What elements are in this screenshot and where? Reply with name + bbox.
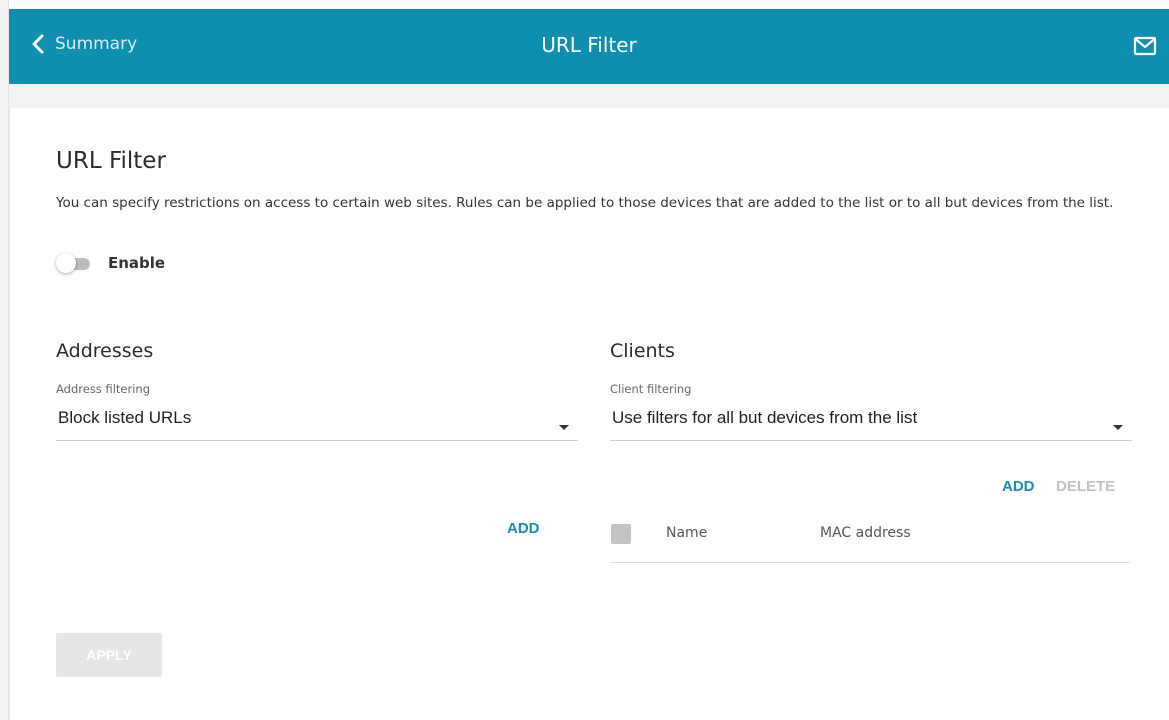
client-filtering-label: Client filtering — [610, 382, 692, 396]
apply-button[interactable]: APPLY — [56, 633, 162, 677]
address-filtering-label: Address filtering — [56, 382, 150, 396]
page-header-title: URL Filter — [541, 33, 637, 57]
address-filtering-value: Block listed URLs — [58, 408, 192, 427]
client-filtering-value: Use filters for all but devices from the… — [612, 408, 918, 427]
clients-title: Clients — [610, 340, 675, 362]
enable-row: Enable — [56, 252, 165, 274]
clients-table-header: Name MAC address — [610, 522, 1130, 563]
column-header-name: Name — [666, 525, 708, 541]
page-description: You can specify restrictions on access t… — [56, 195, 1114, 211]
notifications-button[interactable] — [1133, 36, 1157, 60]
enable-toggle[interactable] — [56, 252, 90, 274]
left-border — [0, 0, 9, 720]
column-header-mac: MAC address — [820, 525, 911, 541]
toggle-knob — [56, 253, 76, 273]
delete-client-button[interactable]: DELETE — [1056, 478, 1115, 495]
page: Summary URL Filter URL Filter You can sp… — [0, 0, 1169, 720]
top-bar: Summary URL Filter — [9, 9, 1169, 84]
caret-down-icon — [1112, 417, 1124, 436]
enable-label: Enable — [108, 254, 166, 272]
caret-down-icon — [558, 417, 570, 436]
page-title: URL Filter — [56, 148, 166, 174]
client-filtering-select[interactable]: Use filters for all but devices from the… — [610, 406, 1132, 441]
mail-icon — [1133, 36, 1157, 60]
select-all-checkbox[interactable] — [611, 524, 631, 544]
add-client-button[interactable]: ADD — [1002, 478, 1035, 495]
address-filtering-select[interactable]: Block listed URLs — [56, 406, 578, 441]
header-spacer — [9, 84, 1169, 108]
add-address-button[interactable]: ADD — [507, 520, 540, 537]
main-content: URL Filter You can specify restrictions … — [9, 108, 1169, 720]
addresses-title: Addresses — [56, 340, 154, 362]
